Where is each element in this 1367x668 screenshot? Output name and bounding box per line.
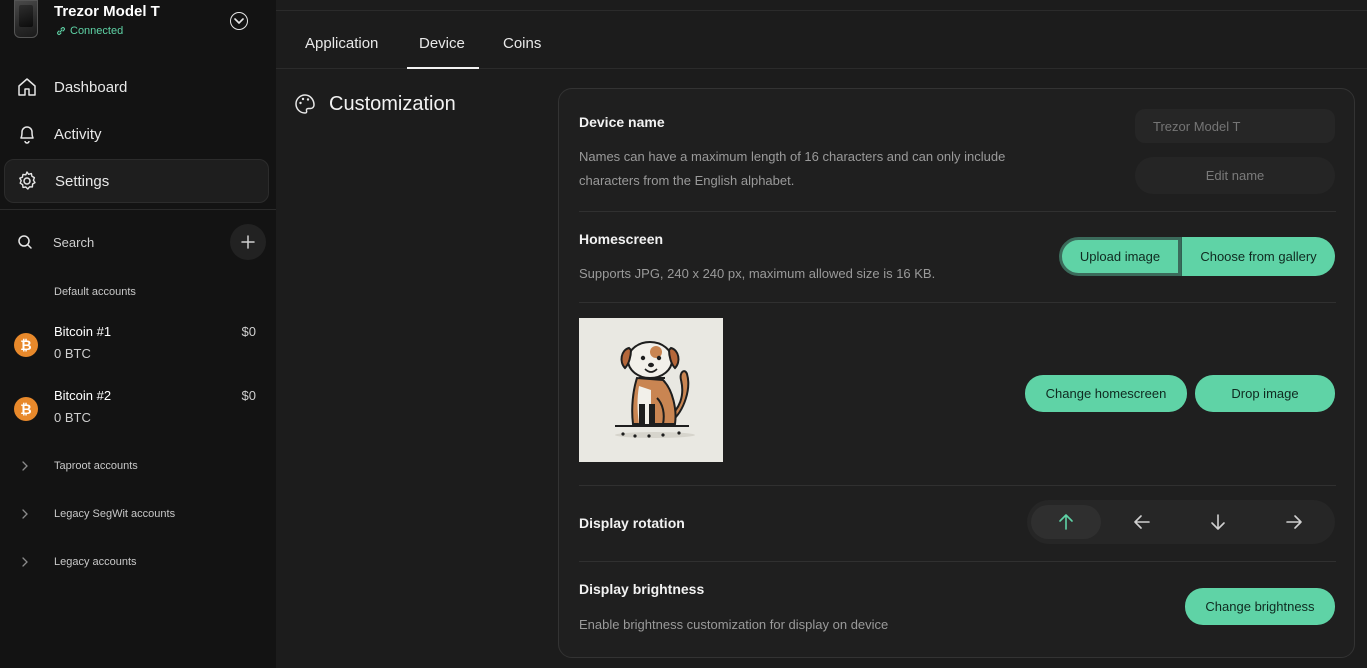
nav-item-activity[interactable]: Activity	[4, 112, 269, 156]
section-title: Customization	[294, 91, 456, 117]
change-brightness-button[interactable]: Change brightness	[1185, 588, 1335, 625]
device-status-label: Connected	[70, 25, 124, 37]
bitcoin-icon: ₿	[14, 397, 38, 421]
row-divider	[579, 211, 1336, 212]
drop-image-button[interactable]: Drop image	[1195, 375, 1335, 412]
rotation-up-button[interactable]	[1031, 505, 1101, 539]
row-divider	[579, 302, 1336, 303]
rotation-down-button[interactable]	[1183, 505, 1253, 539]
homescreen-description: Supports JPG, 240 x 240 px, maximum allo…	[579, 266, 936, 281]
group-label: Taproot accounts	[54, 460, 138, 472]
bitcoin-icon: ₿	[14, 333, 38, 357]
upload-image-button[interactable]: Upload image	[1059, 237, 1181, 276]
palette-icon	[295, 94, 315, 114]
edit-name-button[interactable]: Edit name	[1135, 157, 1335, 194]
group-taproot-accounts[interactable]: Taproot accounts	[0, 457, 276, 477]
sidebar-divider	[0, 209, 276, 210]
homescreen-title: Homescreen	[579, 231, 664, 247]
chevron-right-icon	[22, 557, 28, 567]
account-balance: 0 BTC	[54, 410, 91, 425]
chevron-down-icon[interactable]	[230, 12, 248, 30]
rotation-left-button[interactable]	[1107, 505, 1177, 539]
display-rotation-selector	[1027, 500, 1335, 544]
device-name-description: Names can have a maximum length of 16 ch…	[579, 149, 1006, 188]
device-title: Trezor Model T	[54, 3, 160, 20]
tab-device[interactable]: Device	[419, 35, 465, 52]
bell-icon	[20, 126, 34, 144]
nav-label-settings: Settings	[55, 172, 110, 190]
row-divider	[579, 485, 1336, 486]
device-name-input[interactable]	[1135, 109, 1335, 143]
row-divider	[579, 561, 1336, 562]
account-search[interactable]: Search	[0, 222, 276, 262]
group-legacy-accounts[interactable]: Legacy accounts	[0, 553, 276, 573]
customization-card: Device name Names can have a maximum len…	[558, 88, 1355, 658]
tab-coins[interactable]: Coins	[503, 35, 541, 52]
dog-illustration-icon	[615, 341, 695, 438]
arrow-left-icon	[1134, 515, 1150, 529]
default-accounts-label: Default accounts	[54, 286, 136, 298]
nav-item-dashboard[interactable]: Dashboard	[4, 65, 269, 109]
settings-tabs: Application Device Coins	[276, 28, 1367, 70]
arrow-right-icon	[1286, 515, 1302, 529]
choose-from-gallery-button[interactable]: Choose from gallery	[1181, 237, 1335, 276]
device-status: Connected	[56, 25, 123, 37]
rotation-right-button[interactable]	[1259, 505, 1329, 539]
account-balance: 0 BTC	[54, 346, 91, 361]
arrow-down-icon	[1211, 514, 1225, 530]
group-label: Legacy SegWit accounts	[54, 508, 176, 520]
tab-application[interactable]: Application	[305, 35, 378, 52]
home-icon	[18, 78, 36, 96]
account-fiat-value: $0	[241, 324, 256, 339]
chevron-right-icon	[22, 461, 28, 471]
plus-icon	[241, 235, 255, 249]
device-name-title: Device name	[579, 114, 665, 130]
nav-label-activity: Activity	[54, 125, 102, 143]
device-selector[interactable]: Trezor Model T Connected	[0, 0, 276, 50]
homescreen-source-toggle: Upload image Choose from gallery	[1059, 237, 1335, 276]
display-brightness-description: Enable brightness customization for disp…	[579, 617, 889, 632]
arrow-up-icon	[1059, 514, 1073, 530]
account-bitcoin-1[interactable]: ₿ Bitcoin #1 0 BTC $0	[0, 322, 276, 370]
gear-icon	[19, 171, 36, 190]
display-rotation-title: Display rotation	[579, 515, 685, 531]
search-icon	[18, 235, 32, 249]
change-homescreen-button[interactable]: Change homescreen	[1025, 375, 1187, 412]
top-divider	[276, 10, 1367, 11]
chevron-right-icon	[22, 509, 28, 519]
search-label: Search	[53, 235, 95, 250]
account-fiat-value: $0	[241, 388, 256, 403]
account-name: Bitcoin #2	[54, 388, 112, 403]
display-brightness-title: Display brightness	[579, 581, 705, 597]
add-account-button[interactable]	[230, 224, 266, 260]
nav-item-settings[interactable]: Settings	[4, 159, 269, 203]
homescreen-preview	[579, 318, 723, 462]
group-label: Legacy accounts	[54, 556, 137, 568]
trezor-device-icon	[14, 0, 38, 38]
active-tab-indicator	[407, 67, 479, 69]
group-legacy-segwit-accounts[interactable]: Legacy SegWit accounts	[0, 505, 276, 525]
section-title-label: Customization	[329, 92, 456, 115]
account-name: Bitcoin #1	[54, 324, 112, 339]
link-icon	[57, 27, 65, 35]
nav-label-dashboard: Dashboard	[54, 78, 128, 96]
account-bitcoin-2[interactable]: ₿ Bitcoin #2 0 BTC $0	[0, 386, 276, 434]
sidebar: Trezor Model T Connected Dashboard Activ…	[0, 0, 276, 668]
